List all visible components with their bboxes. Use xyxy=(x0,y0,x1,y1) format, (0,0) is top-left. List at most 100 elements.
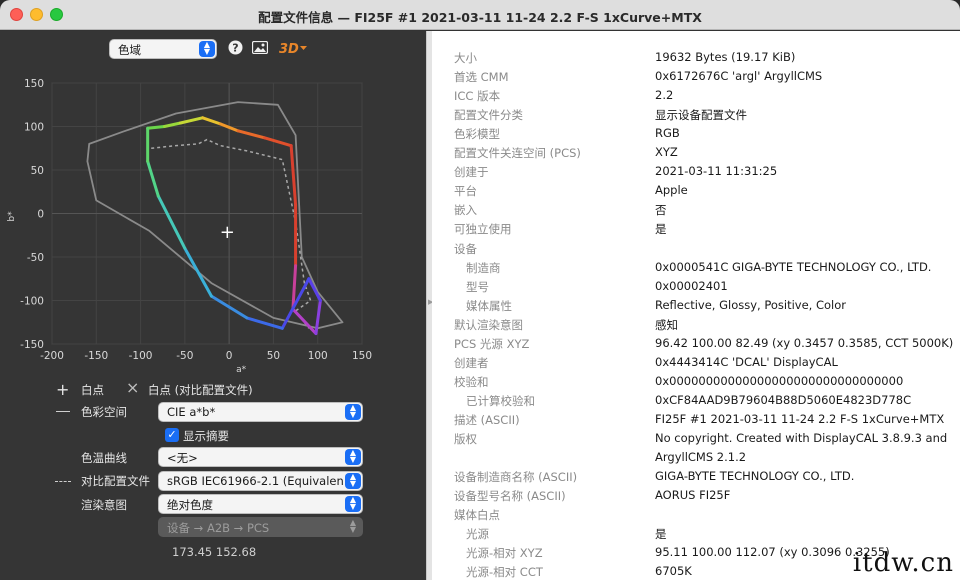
image-icon[interactable] xyxy=(251,40,269,58)
info-key: 创建者 xyxy=(454,355,489,370)
solid-line-icon xyxy=(56,411,70,412)
info-value: 0x00002401 xyxy=(655,278,728,293)
info-key: 描述 (ASCII) xyxy=(454,412,520,427)
info-key: 嵌入 xyxy=(454,203,477,218)
info-key: 大小 xyxy=(454,51,477,65)
gamut-plot: -200 -150 -100 -50 0 50 100 150-150-100-5005010… xyxy=(7,78,372,375)
info-key: 媒体属性 xyxy=(466,298,512,313)
y-axis-label: b* xyxy=(7,211,17,222)
profile-info-window: 配置文件信息 — FI25F #1 2021-03-11 11-24 2.2 F… xyxy=(0,0,960,580)
white-point-mark: + xyxy=(220,222,235,243)
color-space-label: 色彩空间 xyxy=(81,405,127,419)
info-value: 感知 xyxy=(655,317,678,332)
compare-profile-select[interactable]: sRGB IEC61966-2.1 (Equivalen… ▲ ▼ xyxy=(158,471,363,491)
info-value: RGB xyxy=(655,126,680,141)
chevron-updown-icon: ▲ ▼ xyxy=(199,41,215,57)
show-summary-label: 显示摘要 xyxy=(183,429,229,443)
y-tick-label: -50 xyxy=(27,252,44,264)
info-value: 是 xyxy=(655,222,667,237)
info-value: 0xCF84AAD9B79604B88D5060E4823D778C xyxy=(655,392,912,407)
gamut-segment xyxy=(146,125,166,130)
compare-profile-value: sRGB IEC61966-2.1 (Equivalen… xyxy=(167,474,356,488)
cursor-coordinates: 173.45 152.68 xyxy=(172,545,257,559)
info-value: 19632 Bytes (19.17 KiB) xyxy=(655,50,796,64)
rendering-intent-select[interactable]: 绝对色度 ▲ ▼ xyxy=(158,494,363,514)
white-point-legend: 白点 xyxy=(81,383,104,397)
compare-white-point-marker: × xyxy=(126,378,140,397)
dashed-line-icon xyxy=(55,481,71,482)
info-key: 可独立使用 xyxy=(454,222,512,237)
x-tick-label: -200 xyxy=(40,350,64,362)
svg-text:?: ? xyxy=(232,42,238,55)
view3d-label: 3D xyxy=(279,42,299,57)
transform-select: 设备 → A2B → PCS ▲ ▼ xyxy=(158,517,363,537)
info-value: 0x00000000000000000000000000000000 xyxy=(655,373,904,388)
info-value: 2.2 xyxy=(655,88,674,103)
color-space-select[interactable]: CIE a*b* ▲ ▼ xyxy=(158,402,363,422)
info-key: 制造商 xyxy=(466,260,501,275)
chevron-updown-icon: ▲ ▼ xyxy=(349,518,357,534)
rendering-intent-value: 绝对色度 xyxy=(167,498,213,512)
x-tick-label: 0 xyxy=(226,350,233,362)
y-tick-label: 100 xyxy=(24,122,44,134)
info-value: Apple xyxy=(655,183,688,198)
view-3d-button[interactable]: 3D xyxy=(278,39,310,61)
transform-value: 设备 → A2B → PCS xyxy=(167,521,270,535)
white-point-marker: + xyxy=(56,380,70,399)
info-key: 已计算校验和 xyxy=(466,393,535,408)
info-key: 平台 xyxy=(454,184,477,199)
y-tick-label: -150 xyxy=(20,339,44,351)
y-tick-label: -100 xyxy=(20,296,44,308)
info-value: 2021-03-11 11:31:25 xyxy=(655,164,778,179)
info-value: XYZ xyxy=(655,145,678,160)
x-tick-label: 100 xyxy=(308,350,328,362)
rendering-intent-label: 渲染意图 xyxy=(81,498,127,512)
info-value: No copyright. Created with DisplayCAL 3.… xyxy=(655,431,948,445)
view-select[interactable]: 色域 ▲ ▼ xyxy=(109,39,217,59)
info-value: 96.42 100.00 82.49 (xy 0.3457 0.3585, CC… xyxy=(655,335,954,350)
info-key: 设备型号名称 (ASCII) xyxy=(454,489,566,504)
info-key: 版权 xyxy=(454,432,477,446)
x-axis-label: a* xyxy=(236,365,247,375)
info-value: 否 xyxy=(655,203,667,218)
info-key: 色彩模型 xyxy=(454,127,500,142)
profile-info-list: 大小 19632 Bytes (19.17 KiB) 首选 CMM 0x6172676… xyxy=(432,31,960,580)
info-value: 0x6172676C 'argl' ArgyllCMS xyxy=(655,69,823,84)
info-key: 光源-相对 CCT xyxy=(466,565,543,580)
view-select-value: 色域 xyxy=(118,43,141,57)
tone-curve-value: <无> xyxy=(167,451,198,465)
x-tick-label: 50 xyxy=(267,350,280,362)
info-key: 配置文件分类 xyxy=(454,108,523,123)
x-tick-label: 150 xyxy=(352,350,372,362)
info-key: 首选 CMM xyxy=(454,70,509,85)
info-value: AORUS FI25F xyxy=(655,488,731,503)
info-key: 媒体白点 xyxy=(454,508,500,523)
show-summary-checkbox[interactable]: ✓ xyxy=(165,428,179,442)
y-tick-label: 0 xyxy=(37,209,44,221)
info-value: 0x4443414C 'DCAL' DisplayCAL xyxy=(655,354,838,369)
info-value: 6705K xyxy=(655,564,692,579)
info-value: GIGA-BYTE TECHNOLOGY CO., LTD. xyxy=(655,469,855,484)
info-value: 显示设备配置文件 xyxy=(655,108,747,123)
info-value: Reflective, Glossy, Positive, Color xyxy=(655,297,846,312)
info-key: 创建于 xyxy=(454,165,489,180)
info-value: ArgyllCMS 2.1.2 xyxy=(655,450,747,465)
window-title: 配置文件信息 — FI25F #1 2021-03-11 11-24 2.2 F… xyxy=(258,10,702,25)
compare-profile-label: 对比配置文件 xyxy=(81,474,150,488)
info-key: 默认渲染意图 xyxy=(454,317,523,332)
y-tick-label: 50 xyxy=(31,165,44,177)
chevron-updown-icon: ▲ ▼ xyxy=(345,404,361,420)
question-circle-icon[interactable]: ? xyxy=(228,40,243,59)
info-key: 光源-相对 XYZ xyxy=(466,546,543,561)
info-key: 设备制造商名称 (ASCII) xyxy=(454,470,578,485)
x-tick-label: -150 xyxy=(84,350,108,362)
info-value: 是 xyxy=(655,527,667,542)
info-key: 设备 xyxy=(454,241,477,256)
tone-curve-select[interactable]: <无> ▲ ▼ xyxy=(158,447,363,467)
chevron-updown-icon: ▲ ▼ xyxy=(345,473,361,489)
info-key: 配置文件关连空间 (PCS) xyxy=(454,146,581,161)
compare-white-point-legend: 白点 (对比配置文件) xyxy=(148,383,253,397)
chevron-updown-icon: ▲ ▼ xyxy=(345,496,361,512)
info-value: 0x0000541C GIGA-BYTE TECHNOLOGY CO., LTD… xyxy=(655,259,932,274)
x-tick-label: -100 xyxy=(129,350,153,362)
